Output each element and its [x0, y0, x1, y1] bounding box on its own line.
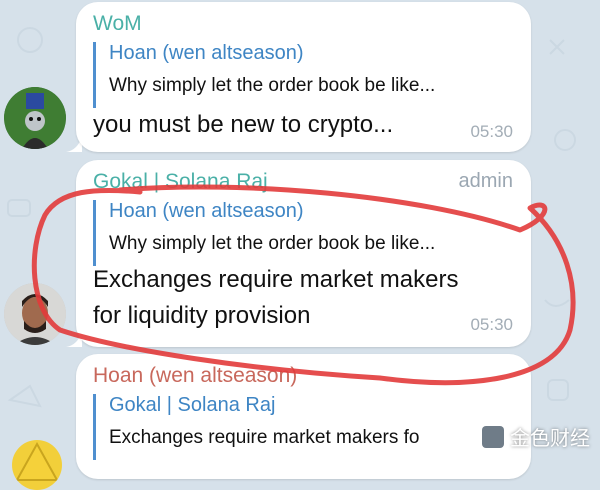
reply-author: Gokal | Solana Raj [109, 394, 276, 416]
reply-text: Why simply let the order book be like... [109, 233, 436, 254]
admin-badge: admin [458, 170, 513, 192]
message-bubble[interactable]: Hoan (wen altseason) Gokal | Solana Raj … [76, 354, 531, 479]
watermark-logo-icon [482, 425, 504, 448]
reply-preview[interactable]: Hoan (wen altseason) Why simply let the … [93, 200, 521, 266]
person-avatar-icon [4, 283, 66, 345]
message-time: 05:30 [470, 122, 513, 141]
message-text-line-2: for liquidity provision [93, 302, 311, 329]
message-time: 05:30 [470, 315, 513, 334]
reply-text: Why simply let the order book be like... [109, 75, 436, 96]
reply-text: Exchanges require market makers fo [109, 427, 420, 448]
avatar-gokal[interactable] [4, 283, 66, 345]
sender-name[interactable]: WoM [93, 12, 142, 36]
avatar-wom[interactable] [4, 87, 66, 149]
reply-preview[interactable]: Gokal | Solana Raj Exchanges require mar… [93, 394, 521, 460]
message-text: you must be new to crypto... [93, 111, 394, 138]
message-text-line-1: Exchanges require market makers [93, 266, 459, 293]
sender-name[interactable]: Gokal | Solana Raj [93, 170, 268, 194]
message-bubble[interactable]: Gokal | Solana Raj admin Hoan (wen altse… [76, 160, 531, 347]
reply-author: Hoan (wen altseason) [109, 42, 304, 64]
watermark: 金色财经 [482, 422, 590, 451]
sender-name[interactable]: Hoan (wen altseason) [93, 364, 297, 388]
reply-author: Hoan (wen altseason) [109, 200, 304, 222]
wizard-avatar-icon [4, 87, 66, 149]
avatar-hoan[interactable] [12, 440, 62, 490]
message-bubble[interactable]: WoM Hoan (wen altseason) Why simply let … [76, 2, 531, 152]
warning-avatar-icon [15, 441, 59, 481]
watermark-text: 金色财经 [510, 428, 590, 450]
reply-preview[interactable]: Hoan (wen altseason) Why simply let the … [93, 42, 521, 108]
